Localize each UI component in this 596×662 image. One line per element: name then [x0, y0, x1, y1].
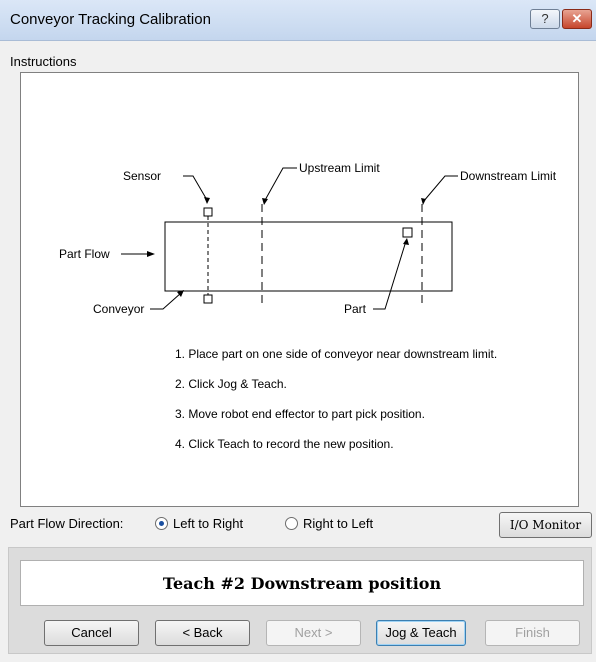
next-button[interactable]: Next >	[266, 620, 361, 646]
part-flow-label: Part Flow	[59, 247, 110, 261]
right-to-left-radio[interactable]	[285, 517, 298, 530]
finish-button[interactable]: Finish	[485, 620, 580, 646]
sensor-leader	[183, 175, 208, 201]
sensor-label: Sensor	[123, 169, 162, 183]
instruction-step: 2. Click Jog & Teach.	[175, 377, 287, 391]
conveyor-leader	[150, 292, 182, 310]
conveyor-label: Conveyor	[93, 302, 145, 316]
part-marker	[402, 227, 413, 238]
part-label: Part	[344, 302, 367, 316]
instructions-label: Instructions	[10, 54, 77, 69]
downstream-limit-label: Downstream Limit	[460, 169, 557, 183]
close-icon: ✕	[571, 11, 583, 26]
back-button[interactable]: < Back	[155, 620, 250, 646]
help-icon: ?	[541, 11, 549, 26]
instruction-step: 4. Click Teach to record the new positio…	[175, 437, 394, 451]
io-monitor-button[interactable]: I/O Monitor	[499, 512, 592, 538]
help-button[interactable]: ?	[530, 9, 560, 29]
status-message: Teach #2 Downstream position	[20, 560, 584, 606]
upstream-leader	[263, 167, 297, 203]
cancel-button[interactable]: Cancel	[44, 620, 139, 646]
instruction-step: 1. Place part on one side of conveyor ne…	[175, 347, 498, 361]
downstream-leader	[422, 175, 458, 203]
sensor-marker-bottom	[203, 294, 213, 304]
instructions-panel: Sensor Upstream Limit Downstream Limit P…	[20, 72, 579, 507]
left-to-right-radio[interactable]	[155, 517, 168, 530]
instruction-step: 3. Move robot end effector to part pick …	[175, 407, 425, 421]
upstream-limit-label: Upstream Limit	[299, 161, 380, 175]
title-bar: Conveyor Tracking Calibration ? ✕	[0, 0, 596, 41]
close-button[interactable]: ✕	[562, 9, 592, 29]
part-leader	[373, 240, 407, 310]
jog-teach-button[interactable]: Jog & Teach	[376, 620, 466, 646]
left-to-right-label[interactable]: Left to Right	[173, 516, 243, 531]
part-flow-direction-label: Part Flow Direction:	[10, 516, 124, 531]
right-to-left-label[interactable]: Right to Left	[303, 516, 373, 531]
sensor-marker-top	[203, 207, 213, 217]
window-title: Conveyor Tracking Calibration	[10, 11, 211, 28]
